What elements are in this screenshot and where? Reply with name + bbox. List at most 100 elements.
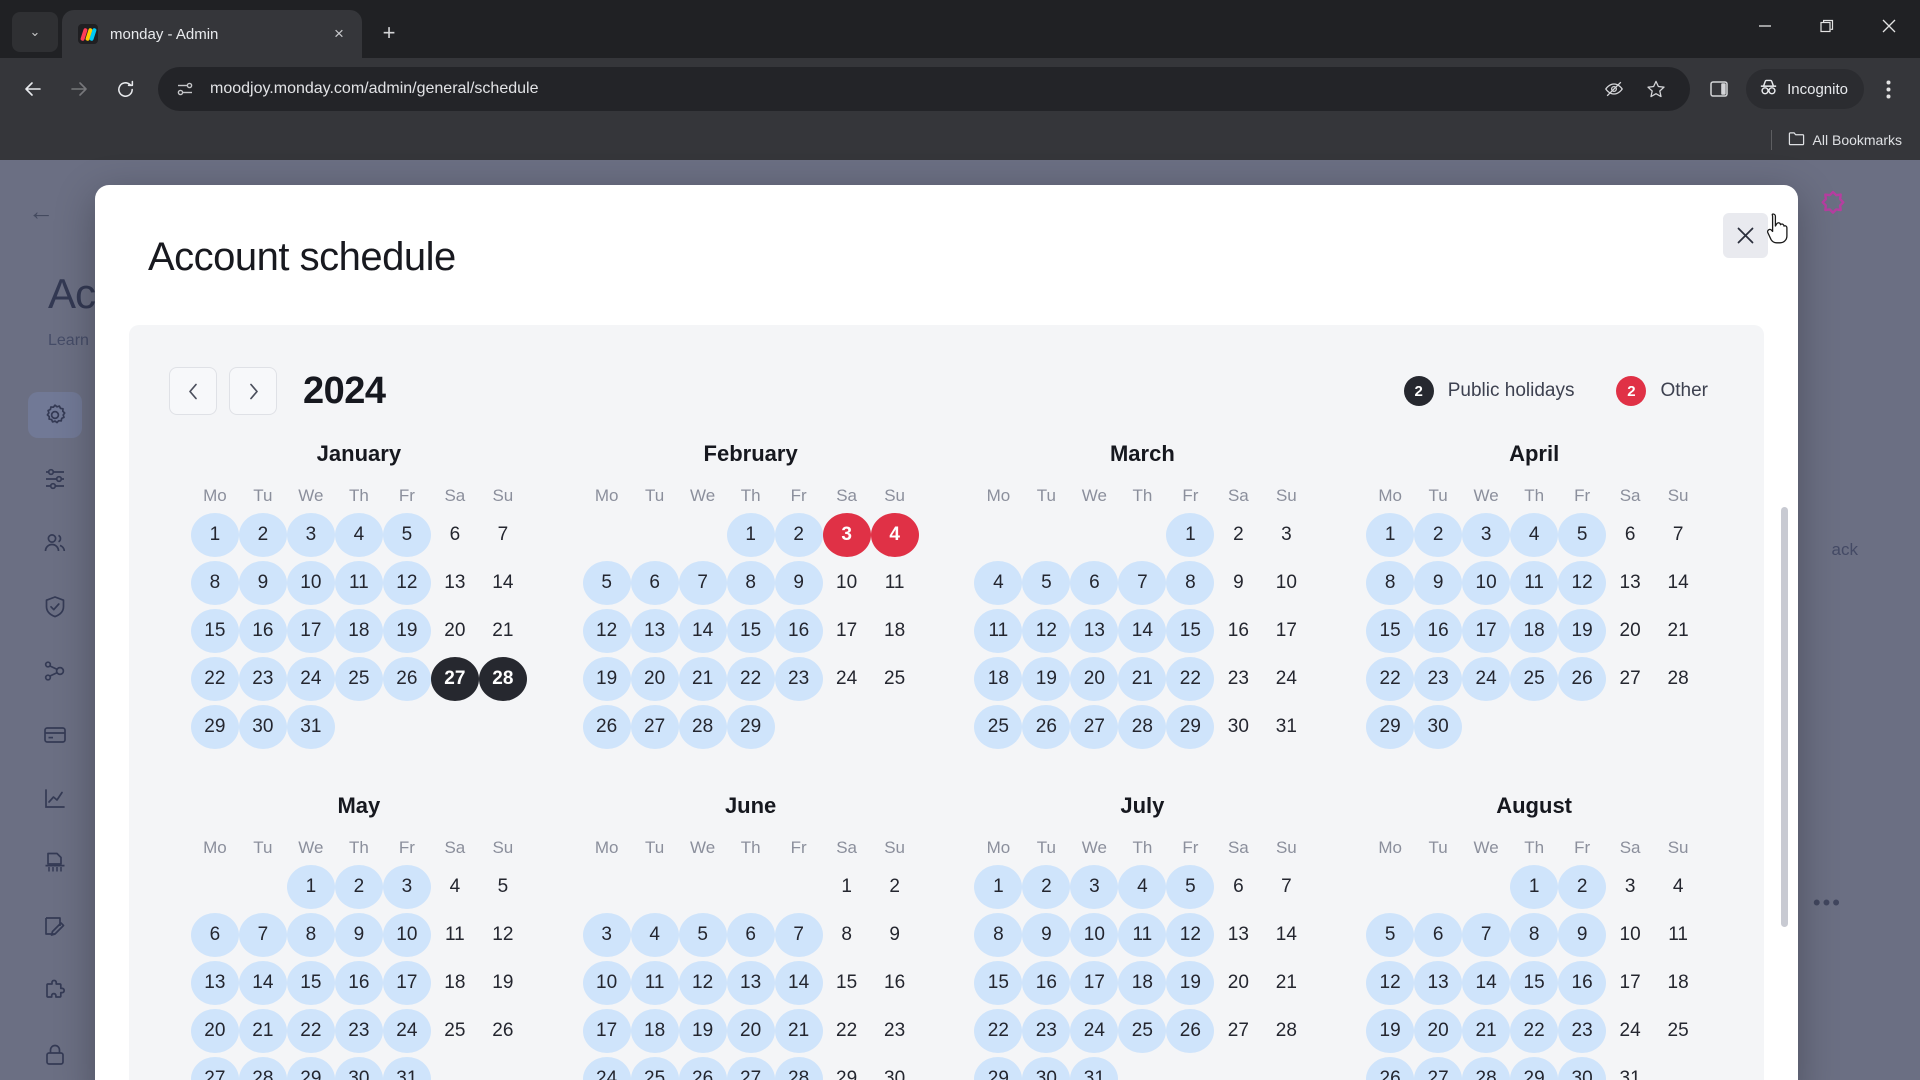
day-cell[interactable]: 23 <box>774 655 823 703</box>
day-cell[interactable]: 6 <box>1606 511 1654 559</box>
day-cell[interactable]: 11 <box>871 559 919 607</box>
day-cell[interactable]: 27 <box>190 1055 239 1080</box>
day-cell[interactable]: 6 <box>1070 559 1119 607</box>
day-cell[interactable]: 29 <box>974 1055 1023 1080</box>
sidebar-item-usage-stats[interactable] <box>28 776 82 822</box>
day-cell[interactable]: 15 <box>1366 607 1415 655</box>
day-cell[interactable]: 20 <box>1214 959 1262 1007</box>
day-cell[interactable]: 8 <box>286 911 335 959</box>
all-bookmarks-button[interactable]: All Bookmarks <box>1788 130 1902 150</box>
day-cell[interactable]: 28 <box>1262 1007 1310 1055</box>
sidebar-item-billing[interactable] <box>28 712 82 758</box>
new-tab-button[interactable]: + <box>372 16 406 50</box>
day-cell[interactable]: 12 <box>1558 559 1607 607</box>
day-cell[interactable]: 3 <box>1606 863 1654 911</box>
day-cell[interactable]: 15 <box>190 607 239 655</box>
day-cell[interactable]: 3 <box>382 863 431 911</box>
day-cell[interactable]: 25 <box>1510 655 1559 703</box>
sidebar-item-permissions[interactable] <box>28 1032 82 1078</box>
day-cell[interactable]: 13 <box>726 959 775 1007</box>
day-cell[interactable]: 2 <box>1414 511 1463 559</box>
day-cell[interactable]: 27 <box>630 703 679 751</box>
day-cell[interactable]: 3 <box>582 911 631 959</box>
day-cell[interactable]: 4 <box>870 511 919 559</box>
day-cell[interactable]: 22 <box>974 1007 1023 1055</box>
eye-off-icon[interactable] <box>1600 75 1628 103</box>
day-cell[interactable]: 21 <box>479 607 527 655</box>
day-cell[interactable]: 4 <box>1654 863 1702 911</box>
side-panel-icon[interactable] <box>1702 72 1736 106</box>
sidebar-item-users[interactable] <box>28 520 82 566</box>
sidebar-item-data-deletion[interactable] <box>28 840 82 886</box>
day-cell[interactable]: 31 <box>382 1055 431 1080</box>
day-cell[interactable]: 8 <box>190 559 239 607</box>
day-cell[interactable]: 9 <box>774 559 823 607</box>
day-cell[interactable]: 19 <box>1558 607 1607 655</box>
day-cell[interactable]: 21 <box>1262 959 1310 1007</box>
day-cell[interactable]: 12 <box>1166 911 1215 959</box>
maximize-button[interactable] <box>1796 0 1858 52</box>
day-cell[interactable]: 25 <box>1654 1007 1702 1055</box>
day-cell[interactable]: 12 <box>1022 607 1071 655</box>
day-cell[interactable]: 24 <box>582 1055 631 1080</box>
day-cell[interactable]: 11 <box>1118 911 1167 959</box>
day-cell[interactable]: 29 <box>823 1055 871 1080</box>
day-cell[interactable]: 9 <box>1414 559 1463 607</box>
day-cell[interactable]: 24 <box>1070 1007 1119 1055</box>
day-cell[interactable]: 21 <box>678 655 727 703</box>
day-cell[interactable]: 24 <box>823 655 871 703</box>
day-cell[interactable]: 27 <box>1414 1055 1463 1080</box>
day-cell[interactable]: 4 <box>1118 863 1167 911</box>
day-cell[interactable]: 13 <box>630 607 679 655</box>
day-cell[interactable]: 16 <box>334 959 383 1007</box>
day-cell[interactable]: 9 <box>1022 911 1071 959</box>
day-cell[interactable]: 12 <box>582 607 631 655</box>
day-cell[interactable]: 24 <box>286 655 335 703</box>
day-cell[interactable]: 20 <box>726 1007 775 1055</box>
day-cell[interactable]: 22 <box>286 1007 335 1055</box>
day-cell[interactable]: 1 <box>823 863 871 911</box>
day-cell[interactable]: 10 <box>1262 559 1310 607</box>
kebab-menu-icon[interactable] <box>1868 69 1908 109</box>
day-cell[interactable]: 19 <box>479 959 527 1007</box>
star-icon[interactable] <box>1642 75 1670 103</box>
day-cell[interactable]: 8 <box>726 559 775 607</box>
day-cell[interactable]: 4 <box>974 559 1023 607</box>
day-cell[interactable]: 3 <box>822 511 871 559</box>
day-cell[interactable]: 2 <box>1022 863 1071 911</box>
day-cell[interactable]: 9 <box>871 911 919 959</box>
day-cell[interactable]: 25 <box>630 1055 679 1080</box>
next-year-button[interactable] <box>229 367 277 415</box>
day-cell[interactable]: 11 <box>431 911 479 959</box>
day-cell[interactable]: 10 <box>1070 911 1119 959</box>
day-cell[interactable]: 22 <box>190 655 239 703</box>
day-cell[interactable]: 22 <box>1510 1007 1559 1055</box>
day-cell[interactable]: 11 <box>974 607 1023 655</box>
day-cell[interactable]: 23 <box>1022 1007 1071 1055</box>
day-cell[interactable]: 31 <box>1262 703 1310 751</box>
tab-close-button[interactable]: × <box>326 21 352 47</box>
day-cell[interactable]: 11 <box>1510 559 1559 607</box>
day-cell[interactable]: 25 <box>974 703 1023 751</box>
reload-button[interactable] <box>104 68 146 110</box>
day-cell[interactable]: 4 <box>630 911 679 959</box>
day-cell[interactable]: 11 <box>334 559 383 607</box>
day-cell[interactable]: 20 <box>1414 1007 1463 1055</box>
monday-settings-icon[interactable] <box>1816 188 1850 222</box>
day-cell[interactable]: 7 <box>1118 559 1167 607</box>
day-cell[interactable]: 17 <box>1462 607 1511 655</box>
incognito-profile-button[interactable]: Incognito <box>1746 69 1864 109</box>
day-cell[interactable]: 1 <box>974 863 1023 911</box>
day-cell[interactable]: 10 <box>1606 911 1654 959</box>
back-button[interactable] <box>12 68 54 110</box>
day-cell[interactable]: 20 <box>431 607 479 655</box>
day-cell[interactable]: 20 <box>1070 655 1119 703</box>
day-cell[interactable]: 25 <box>334 655 383 703</box>
day-cell[interactable]: 30 <box>1558 1055 1607 1080</box>
day-cell[interactable]: 25 <box>1118 1007 1167 1055</box>
modal-scrollbar[interactable] <box>1781 507 1788 927</box>
day-cell[interactable]: 9 <box>238 559 287 607</box>
day-cell[interactable]: 9 <box>1558 911 1607 959</box>
day-cell[interactable]: 5 <box>1366 911 1415 959</box>
day-cell[interactable]: 7 <box>238 911 287 959</box>
